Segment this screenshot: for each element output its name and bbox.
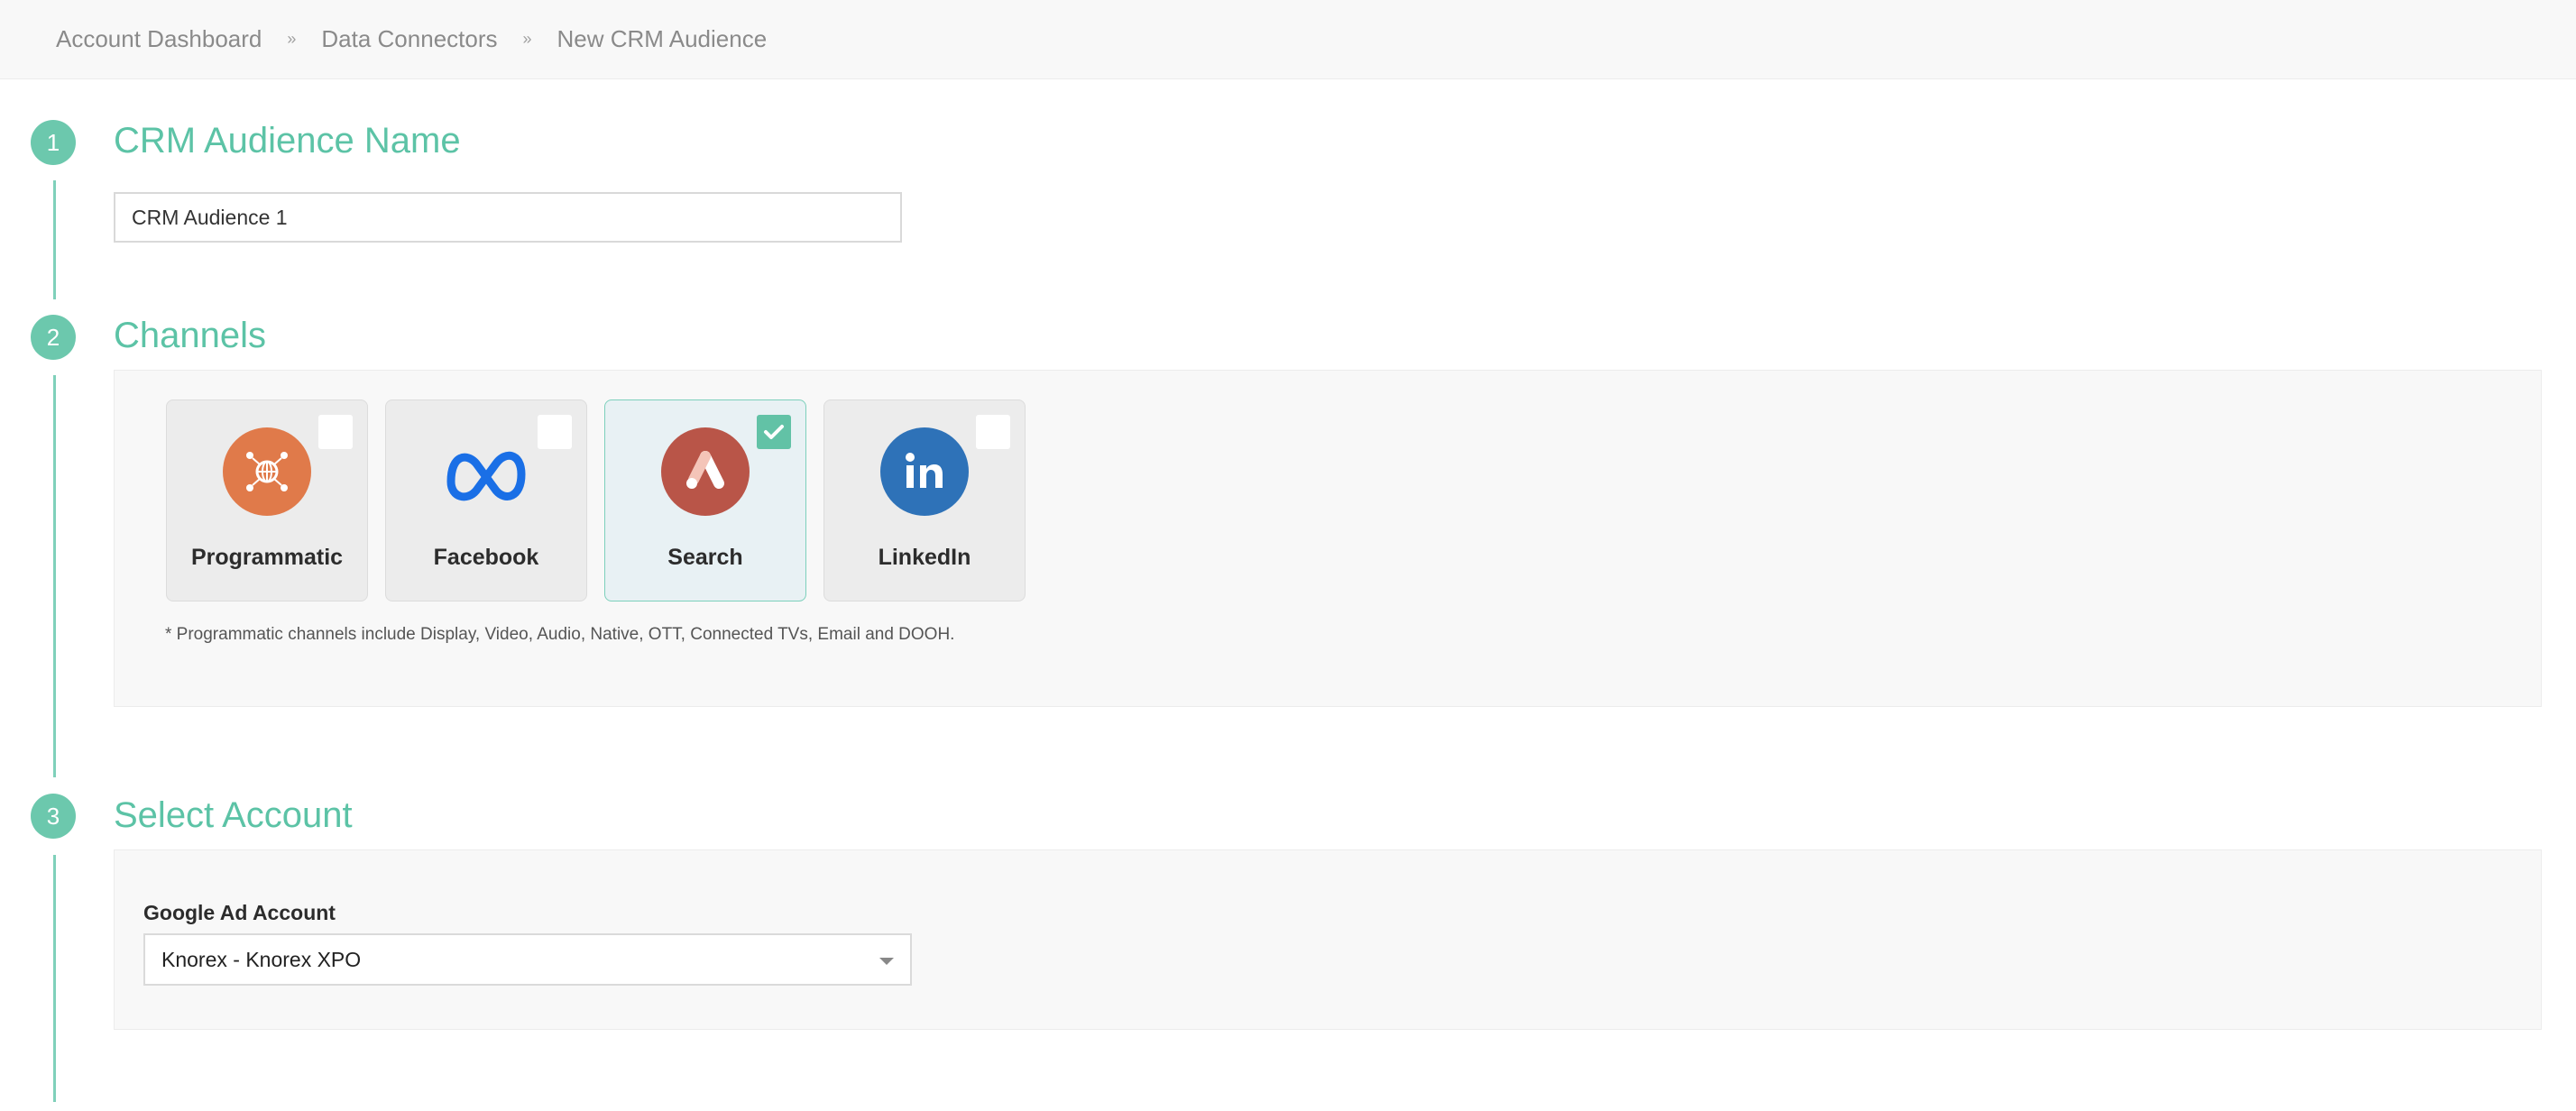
chevron-down-icon	[879, 958, 894, 965]
breadcrumb-data-connectors[interactable]: Data Connectors	[321, 25, 497, 53]
breadcrumb: Account Dashboard » Data Connectors » Ne…	[0, 0, 2576, 79]
google-ad-account-select[interactable]: Knorex - Knorex XPO	[143, 933, 912, 986]
channel-checkbox-facebook[interactable]	[538, 415, 572, 449]
channel-checkbox-programmatic[interactable]	[318, 415, 353, 449]
breadcrumb-current-page: New CRM Audience	[557, 25, 768, 52]
channel-label-linkedin: LinkedIn	[878, 545, 971, 570]
step-3-badge: 3	[31, 794, 76, 839]
channel-card-facebook[interactable]: Facebook	[385, 399, 587, 601]
channel-card-programmatic[interactable]: Programmatic	[166, 399, 368, 601]
step-connector-line	[53, 375, 56, 777]
channels-note: * Programmatic channels include Display,…	[165, 625, 955, 644]
step-2-title: Channels	[114, 316, 267, 355]
step-3-title: Select Account	[114, 795, 353, 835]
breadcrumb-separator: »	[287, 30, 297, 48]
channel-label-programmatic: Programmatic	[190, 545, 344, 570]
step-1-title: CRM Audience Name	[114, 121, 461, 161]
channel-checkbox-linkedin[interactable]	[976, 415, 1010, 449]
channel-checkbox-search[interactable]	[757, 415, 791, 449]
breadcrumb-account-dashboard[interactable]: Account Dashboard	[56, 25, 262, 53]
check-icon	[764, 425, 784, 439]
meta-icon	[442, 427, 530, 516]
channel-card-linkedin[interactable]: LinkedIn	[823, 399, 1026, 601]
channels-panel: Programmatic Facebook Search LinkedIn * …	[114, 370, 2542, 707]
step-connector-line	[53, 855, 56, 1102]
linkedin-icon	[880, 427, 969, 516]
channel-label-search: Search	[667, 545, 743, 570]
step-2-badge: 2	[31, 315, 76, 360]
step-connector-line	[53, 180, 56, 299]
channel-label-facebook: Facebook	[433, 545, 539, 570]
breadcrumb-separator: »	[522, 30, 532, 48]
google-ad-account-label: Google Ad Account	[143, 901, 336, 924]
channel-card-search[interactable]: Search	[604, 399, 806, 601]
google-ads-icon	[661, 427, 750, 516]
account-panel: Google Ad Account Knorex - Knorex XPO	[114, 849, 2542, 1030]
step-1-badge: 1	[31, 120, 76, 165]
programmatic-icon	[223, 427, 311, 516]
audience-name-input[interactable]	[114, 192, 902, 243]
google-ad-account-value: Knorex - Knorex XPO	[161, 947, 362, 971]
